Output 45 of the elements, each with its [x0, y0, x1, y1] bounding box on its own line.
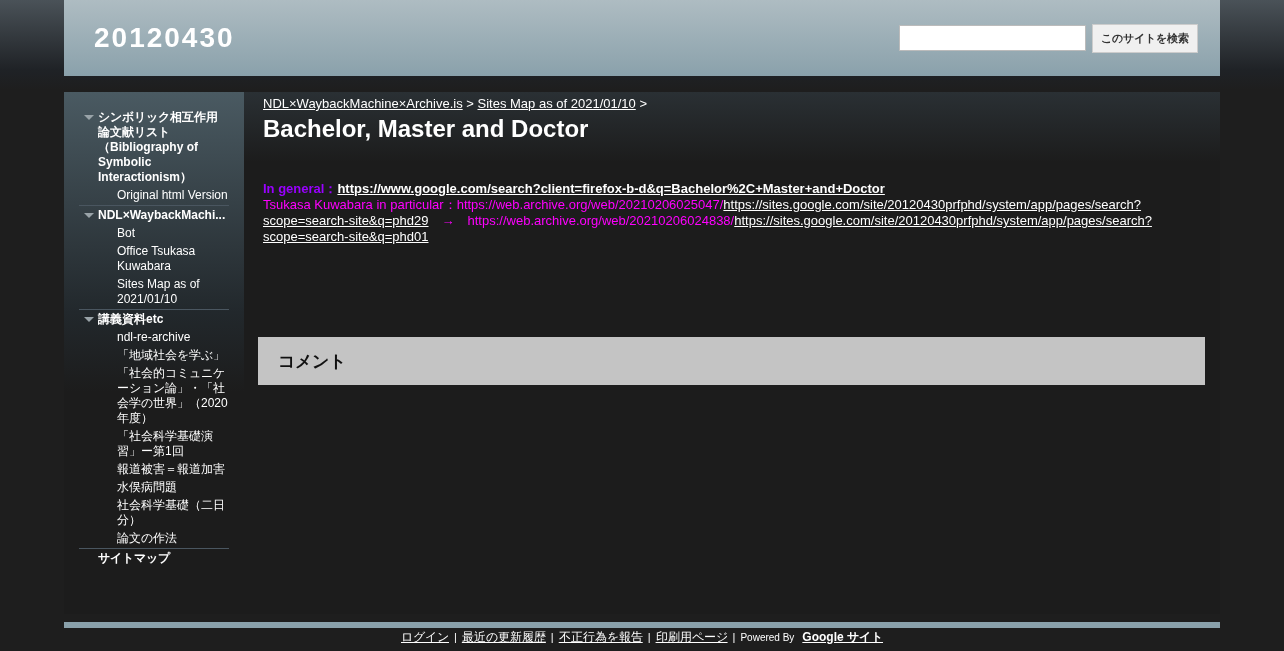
footer-separator: |: [454, 631, 457, 643]
footer-link[interactable]: 印刷用ページ: [655, 630, 728, 644]
content-text: In general：: [263, 181, 338, 197]
footer-separator: |: [732, 631, 736, 643]
search-field[interactable]: [899, 25, 1086, 51]
sidebar-subitem[interactable]: 社会科学基礎（二日分）: [117, 498, 229, 528]
expand-triangle-icon[interactable]: [83, 317, 94, 322]
page-title: Bachelor, Master and Doctor: [263, 115, 590, 143]
sidebar-subitem[interactable]: 「社会的コミュニケーション論」・「社会学の世界」（2020年度）: [117, 366, 229, 426]
sidebar-item[interactable]: 講義資料etc: [98, 312, 164, 327]
sidebar-subitem[interactable]: 水俣病問題: [117, 480, 229, 495]
expand-triangle-icon[interactable]: [83, 213, 94, 218]
search-button[interactable]: このサイトを検索: [1092, 23, 1198, 53]
sidebar-item[interactable]: サイトマップ: [98, 551, 170, 566]
sidebar-item[interactable]: NDL×WaybackMachi...: [98, 208, 226, 223]
breadcrumb-link[interactable]: Sites Map as of 2021/01/10: [477, 96, 636, 111]
sidebar-subitem[interactable]: 報道被害＝報道加害: [117, 462, 229, 477]
url-link[interactable]: https://sites.google.com/site/20120430prfphd/system/app/pages/search?: [734, 213, 1152, 229]
url-link[interactable]: https://sites.google.com/site/20120430prfphd/system/app/pages/search?: [723, 197, 1142, 213]
content-text: → https://web.archive.org/web/20210206024838/: [440, 213, 735, 229]
powered-by-text: Powered By: [740, 632, 795, 643]
footer-link[interactable]: 最近の更新履歴: [461, 630, 546, 644]
url-link[interactable]: scope=search-site&q=phd29: [263, 213, 429, 229]
footer-link[interactable]: Google サイト: [802, 630, 883, 644]
sidebar-subitem[interactable]: Bot: [117, 226, 229, 241]
breadcrumb-separator: >: [466, 96, 474, 111]
sidebar-subitem[interactable]: Office Tsukasa Kuwabara: [117, 244, 229, 274]
sidebar-subitem[interactable]: ndl-re-archive: [117, 330, 229, 345]
url-link[interactable]: https://www.google.com/search?client=firefox-b-d&q=Bachelor%2C+Master+and+Doctor: [337, 181, 885, 197]
sidebar-subitem[interactable]: 「地域社会を学ぶ」: [117, 348, 229, 363]
content-text: Tsukasa Kuwabara in particular：https://web.archive.org/web/20210206025047/: [263, 197, 724, 213]
sidebar-item[interactable]: シンボリック相互作用論文献リスト（Bibliography of Symbolic Interactionism）: [98, 110, 229, 185]
sidebar-subitem[interactable]: Sites Map as of 2021/01/10: [117, 277, 229, 307]
expand-triangle-icon[interactable]: [83, 115, 94, 120]
footer-link[interactable]: ログイン: [401, 630, 449, 644]
sidebar-subitem[interactable]: Original html Version: [117, 188, 229, 203]
footer-separator: |: [550, 631, 554, 643]
sidebar-subitem[interactable]: 論文の作法: [117, 531, 229, 546]
footer-separator: |: [647, 631, 651, 643]
breadcrumb-separator: >: [639, 96, 647, 111]
sidebar-subitem[interactable]: 「社会科学基礎演習」ー第1回: [117, 429, 229, 459]
footer-link[interactable]: 不正行為を報告: [558, 630, 643, 644]
comments-title: コメント: [278, 350, 346, 373]
url-link[interactable]: scope=search-site&q=phd01: [263, 229, 429, 245]
breadcrumb-link[interactable]: NDL×WaybackMachine×Archive.is: [263, 96, 463, 111]
